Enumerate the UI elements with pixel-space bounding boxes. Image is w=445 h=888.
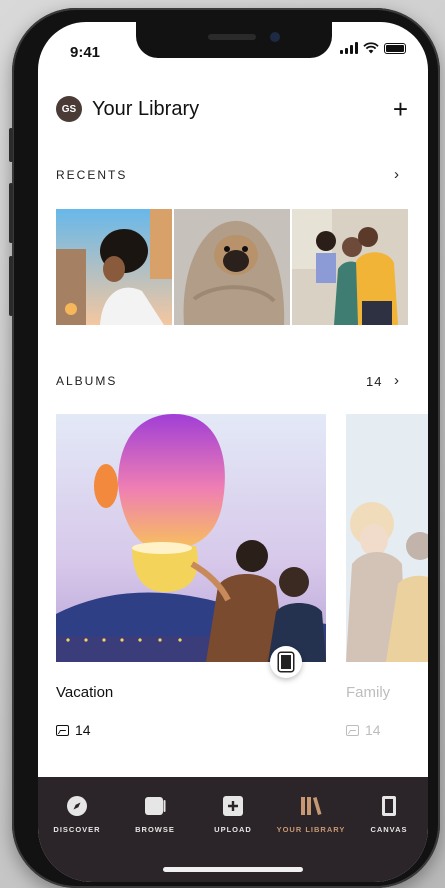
add-button[interactable]: + — [393, 94, 408, 124]
tab-label: UPLOAD — [214, 825, 252, 834]
tab-label: YOUR LIBRARY — [276, 825, 346, 834]
app-screen: 9:41 GS Your Library + RECENTS › ALBUMS … — [38, 22, 428, 882]
recent-photo-3[interactable] — [292, 209, 408, 325]
album-cover-family[interactable] — [346, 414, 428, 662]
album-count-value: 14 — [75, 722, 91, 738]
status-time: 9:41 — [70, 44, 101, 61]
album-title-vacation[interactable]: Vacation — [56, 684, 113, 701]
volume-down-button — [9, 256, 13, 316]
tab-label: CANVAS — [370, 825, 408, 834]
albums-label: ALBUMS — [56, 374, 118, 388]
recents-label: RECENTS — [56, 168, 128, 182]
volume-up-button — [9, 183, 13, 243]
album-cover-vacation[interactable] — [56, 414, 326, 662]
tab-upload[interactable]: UPLOAD — [194, 795, 272, 834]
tab-browse[interactable]: BROWSE — [116, 795, 194, 834]
album-count-family: 14 — [346, 722, 381, 738]
signal-icon — [340, 42, 358, 54]
recent-photo-1[interactable] — [56, 209, 172, 325]
tab-canvas[interactable]: CANVAS — [350, 795, 428, 834]
notch — [136, 22, 332, 58]
canvas-icon — [382, 796, 396, 816]
tab-label: BROWSE — [135, 825, 175, 834]
recents-chevron-icon[interactable]: › — [394, 166, 399, 183]
upload-icon — [223, 796, 243, 816]
mute-switch — [9, 128, 13, 162]
albums-chevron-icon[interactable]: › — [394, 372, 399, 389]
tab-your-library[interactable]: YOUR LIBRARY — [272, 795, 350, 834]
battery-icon — [384, 42, 406, 54]
image-icon — [346, 724, 359, 736]
tab-label: DISCOVER — [53, 825, 101, 834]
home-indicator — [163, 867, 303, 872]
front-camera — [270, 32, 280, 42]
recent-photo-2[interactable] — [174, 209, 290, 325]
status-icons — [340, 42, 406, 54]
tab-discover[interactable]: DISCOVER — [38, 795, 116, 834]
wifi-icon — [363, 42, 379, 54]
speaker — [208, 34, 256, 40]
albums-count: 14 — [366, 374, 383, 389]
compass-icon — [67, 796, 87, 816]
recents-strip — [56, 209, 408, 325]
album-badge-icon[interactable] — [270, 646, 302, 678]
library-header: GS Your Library + — [56, 94, 408, 124]
page-title: Your Library — [92, 97, 200, 120]
browse-icon — [145, 797, 166, 815]
album-title-family[interactable]: Family — [346, 684, 390, 701]
avatar[interactable]: GS — [56, 96, 82, 122]
album-count-value: 14 — [365, 722, 381, 738]
album-count-vacation: 14 — [56, 722, 91, 738]
image-icon — [56, 724, 69, 736]
library-icon — [301, 797, 322, 815]
